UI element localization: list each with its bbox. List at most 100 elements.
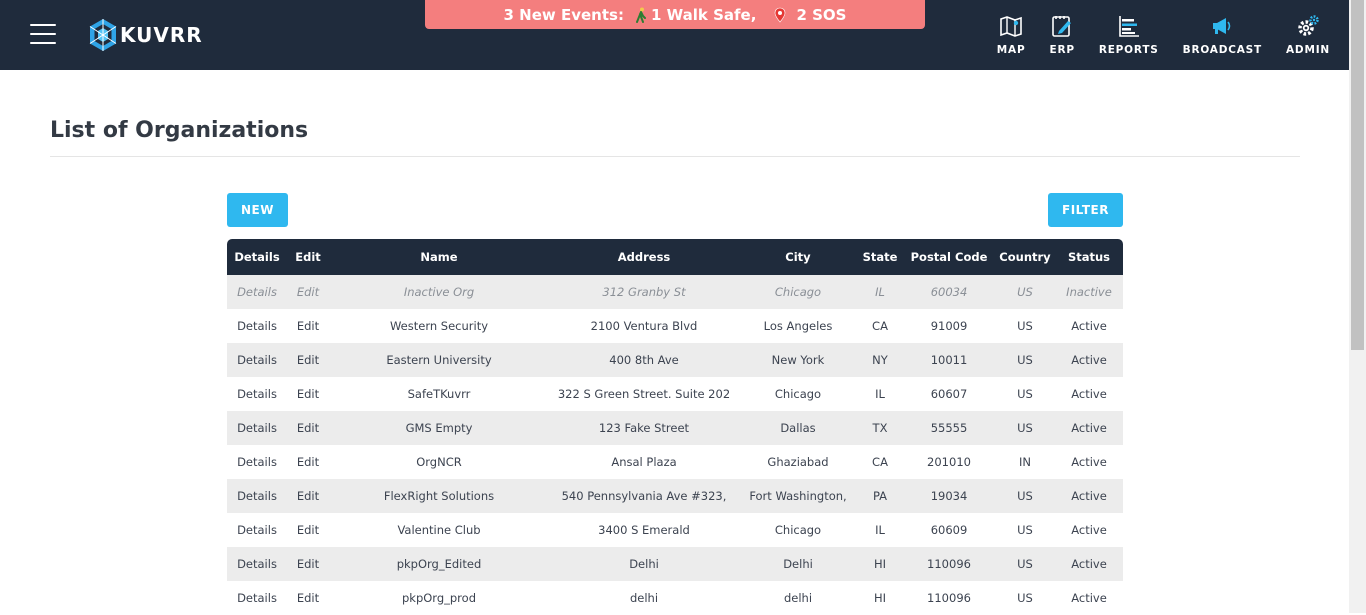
filter-button[interactable]: FILTER (1048, 193, 1123, 227)
admin-gear-icon (1298, 15, 1319, 36)
details-link[interactable]: Details (227, 513, 287, 547)
edit-link[interactable]: Edit (287, 547, 329, 581)
org-name: GMS Empty (405, 421, 473, 435)
org-postal-code: 110096 (927, 591, 971, 605)
walk-safe-icon (634, 7, 648, 23)
org-postal-code: 110096 (927, 557, 971, 571)
table-row: Details Edit SafeTKuvrr 322 S Green Street.… (227, 377, 1123, 411)
nav-admin[interactable]: ADMIN (1286, 0, 1330, 70)
kuvrr-logo-icon (89, 19, 117, 51)
details-link[interactable]: Details (227, 343, 287, 377)
org-name: Eastern University (386, 353, 492, 367)
details-link[interactable]: Details (227, 479, 287, 513)
org-address: 312 Granby St (602, 285, 686, 299)
org-state: HI (873, 557, 887, 571)
edit-link[interactable]: Edit (287, 513, 329, 547)
org-address: 540 Pennsylvania Ave #323, (561, 489, 727, 503)
org-name: Valentine Club (397, 523, 481, 537)
column-header-city: City (785, 250, 811, 264)
org-state: HI (873, 591, 887, 605)
column-header-status: Status (1067, 250, 1111, 264)
nav-map[interactable]: MAP (997, 0, 1026, 70)
org-name: pkpOrg_Edited (396, 557, 482, 571)
edit-link[interactable]: Edit (287, 309, 329, 343)
title-divider (50, 156, 1300, 157)
new-events-banner[interactable]: 3 New Events: 1 Walk Safe, 2 SOS (425, 0, 925, 29)
org-country: US (1017, 319, 1033, 333)
erp-icon (1052, 16, 1072, 37)
table-row: Details Edit Western Security 2100 Ventura … (227, 309, 1123, 343)
org-country: US (1017, 557, 1033, 571)
org-city: Chicago (774, 523, 822, 537)
scrollbar-thumb[interactable] (1351, 0, 1364, 350)
nav-broadcast-label: BROADCAST (1182, 44, 1262, 56)
org-status: Active (1071, 557, 1107, 571)
sos-count: 2 SOS (796, 5, 847, 24)
kuvrr-logo[interactable]: KUVRR (88, 17, 203, 53)
edit-link[interactable]: Edit (287, 581, 329, 615)
organizations-table: Details Edit Name Address City State Pos… (227, 239, 1123, 615)
column-header-details: Details (234, 250, 280, 264)
org-city: Delhi (783, 557, 813, 571)
table-row: Details Edit Valentine Club 3400 S Emerald C… (227, 513, 1123, 547)
new-organization-button[interactable]: NEW (227, 193, 288, 227)
nav-broadcast[interactable]: BROADCAST (1183, 0, 1262, 70)
org-state: NY (872, 353, 888, 367)
table-row: Details Edit Eastern University 400 8th Ave… (227, 343, 1123, 377)
nav-map-label: MAP (996, 44, 1026, 56)
org-postal-code: 60609 (930, 523, 968, 537)
hamburger-menu-icon[interactable] (30, 24, 56, 44)
nav-reports[interactable]: REPORTS (1099, 0, 1159, 70)
edit-link[interactable]: Edit (287, 343, 329, 377)
logo-text: KUVRR (120, 23, 203, 47)
org-country: US (1017, 285, 1033, 299)
details-link[interactable]: Details (227, 377, 287, 411)
edit-link[interactable]: Edit (287, 275, 329, 309)
org-state: IL (875, 523, 885, 537)
org-country: US (1017, 591, 1033, 605)
org-city: Los Angeles (763, 319, 833, 333)
org-state: IL (875, 285, 885, 299)
edit-link[interactable]: Edit (287, 411, 329, 445)
vertical-scrollbar[interactable] (1349, 0, 1366, 613)
org-name: Inactive Org (403, 285, 475, 299)
details-link[interactable]: Details (227, 275, 287, 309)
edit-link[interactable]: Edit (287, 479, 329, 513)
org-city: Dallas (780, 421, 816, 435)
column-header-address: Address (617, 250, 671, 264)
edit-link[interactable]: Edit (287, 445, 329, 479)
org-country: US (1017, 387, 1033, 401)
org-city: New York (771, 353, 825, 367)
nav-erp[interactable]: ERP (1049, 0, 1074, 70)
org-status: Active (1071, 421, 1107, 435)
org-address: 2100 Ventura Blvd (590, 319, 698, 333)
org-status: Active (1071, 387, 1107, 401)
column-header-postal-code: Postal Code (910, 250, 988, 264)
details-link[interactable]: Details (227, 309, 287, 343)
reports-icon (1118, 16, 1139, 37)
column-header-edit: Edit (295, 250, 321, 264)
org-country: US (1017, 523, 1033, 537)
org-postal-code: 19034 (930, 489, 968, 503)
org-country: US (1017, 421, 1033, 435)
main-nav: MAP ERP REPORTS BROADCAST ADMIN (973, 0, 1330, 70)
org-status: Active (1071, 523, 1107, 537)
details-link[interactable]: Details (227, 581, 287, 615)
walk-safe-count: 1 Walk Safe, (650, 5, 757, 24)
details-link[interactable]: Details (227, 547, 287, 581)
org-name: Western Security (389, 319, 489, 333)
org-address: Ansal Plaza (611, 455, 677, 469)
nav-erp-label: ERP (1049, 44, 1075, 56)
edit-link[interactable]: Edit (287, 377, 329, 411)
details-link[interactable]: Details (227, 445, 287, 479)
org-postal-code: 60607 (930, 387, 968, 401)
column-header-name: Name (420, 250, 458, 264)
table-row: Details Edit pkpOrg_Edited Delhi Delhi HI 1100… (227, 547, 1123, 581)
org-city: Fort Washington, (749, 489, 847, 503)
top-navigation-bar: KUVRR 3 New Events: 1 Walk Safe, 2 SOS M… (0, 0, 1366, 70)
nav-admin-label: ADMIN (1286, 44, 1330, 56)
org-name: FlexRight Solutions (383, 489, 495, 503)
table-header-row: Details Edit Name Address City State Pos… (227, 239, 1123, 275)
sos-pin-icon (774, 7, 786, 23)
details-link[interactable]: Details (227, 411, 287, 445)
